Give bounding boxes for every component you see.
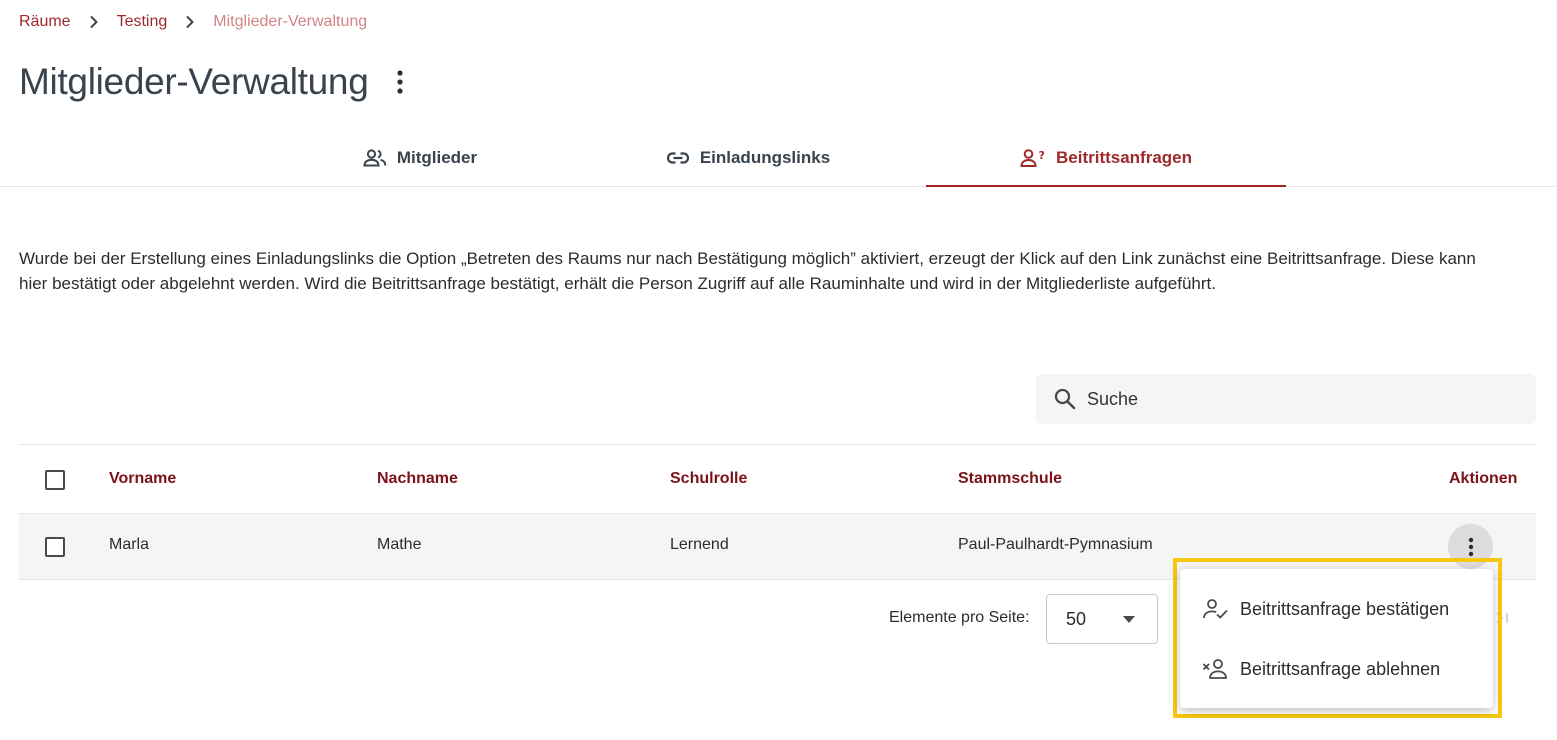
chevron-right-icon	[167, 15, 213, 29]
cell-schulrolle: Lernend	[670, 536, 729, 553]
person-check-icon	[1202, 598, 1230, 620]
svg-text:?: ?	[1038, 149, 1044, 162]
tab-beitrittsanfragen[interactable]: ? Beitrittsanfragen	[926, 130, 1286, 187]
info-text: Wurde bei der Erstellung eines Einladung…	[19, 249, 1476, 293]
search-input[interactable]	[1087, 388, 1507, 410]
breadcrumb: Räume Testing Mitglieder-Verwaltung	[19, 11, 367, 33]
chevron-down-icon	[1123, 616, 1135, 623]
menu-item-reject-request[interactable]: Beitrittsanfrage ablehnen	[1180, 641, 1493, 697]
breadcrumb-item-raeume[interactable]: Räume	[19, 13, 71, 31]
person-remove-icon	[1202, 658, 1230, 680]
column-header-stammschule[interactable]: Stammschule	[958, 470, 1062, 488]
tab-label: Mitglieder	[396, 148, 478, 167]
row-checkbox[interactable]	[45, 537, 65, 557]
people-icon	[363, 148, 387, 168]
tab-label: Beitrittsanfragen	[1055, 148, 1193, 167]
row-actions-menu: Beitrittsanfrage bestätigen Beitrittsanf…	[1180, 569, 1493, 708]
more-vertical-icon	[397, 70, 404, 94]
cell-vorname: Marla	[109, 536, 150, 553]
link-icon	[666, 151, 690, 165]
chevron-right-icon	[71, 15, 117, 29]
menu-item-label: Beitrittsanfrage ablehnen	[1240, 658, 1441, 679]
column-header-schulrolle[interactable]: Schulrolle	[670, 470, 747, 488]
tab-einladungslinks[interactable]: Einladungslinks	[568, 130, 928, 186]
page-title: Mitglieder-Verwaltung	[19, 61, 369, 102]
more-vertical-icon	[1468, 537, 1473, 556]
menu-item-label: Beitrittsanfrage bestätigen	[1240, 598, 1450, 619]
menu-item-confirm-request[interactable]: Beitrittsanfrage bestätigen	[1180, 581, 1493, 637]
column-header-nachname[interactable]: Nachname	[377, 470, 458, 488]
tab-bar: Mitglieder Einladungslinks ? Beitrittsan…	[0, 130, 1557, 187]
select-all-checkbox[interactable]	[45, 470, 65, 490]
column-header-vorname[interactable]: Vorname	[109, 470, 176, 488]
page-menu-button[interactable]	[386, 62, 414, 102]
breadcrumb-item-testing[interactable]: Testing	[117, 13, 168, 31]
items-per-page-value: 50	[1066, 608, 1087, 629]
cell-stammschule: Paul-Paulhardt-Pymnasium	[958, 536, 1153, 553]
tab-mitglieder[interactable]: Mitglieder	[240, 130, 600, 186]
search-box	[1036, 374, 1536, 424]
items-per-page-select[interactable]: 50	[1046, 594, 1158, 644]
title-row: Mitglieder-Verwaltung	[19, 58, 414, 106]
column-header-aktionen: Aktionen	[1449, 470, 1518, 487]
search-icon	[1053, 387, 1077, 411]
cell-nachname: Mathe	[377, 536, 422, 553]
person-question-icon: ?	[1020, 148, 1046, 168]
breadcrumb-item-current: Mitglieder-Verwaltung	[213, 13, 368, 30]
tab-label: Einladungslinks	[699, 148, 831, 167]
table-header: Vorname Nachname Schulrolle Stammschule …	[19, 444, 1536, 514]
pagination-label: Elemente pro Seite:	[889, 609, 1030, 626]
